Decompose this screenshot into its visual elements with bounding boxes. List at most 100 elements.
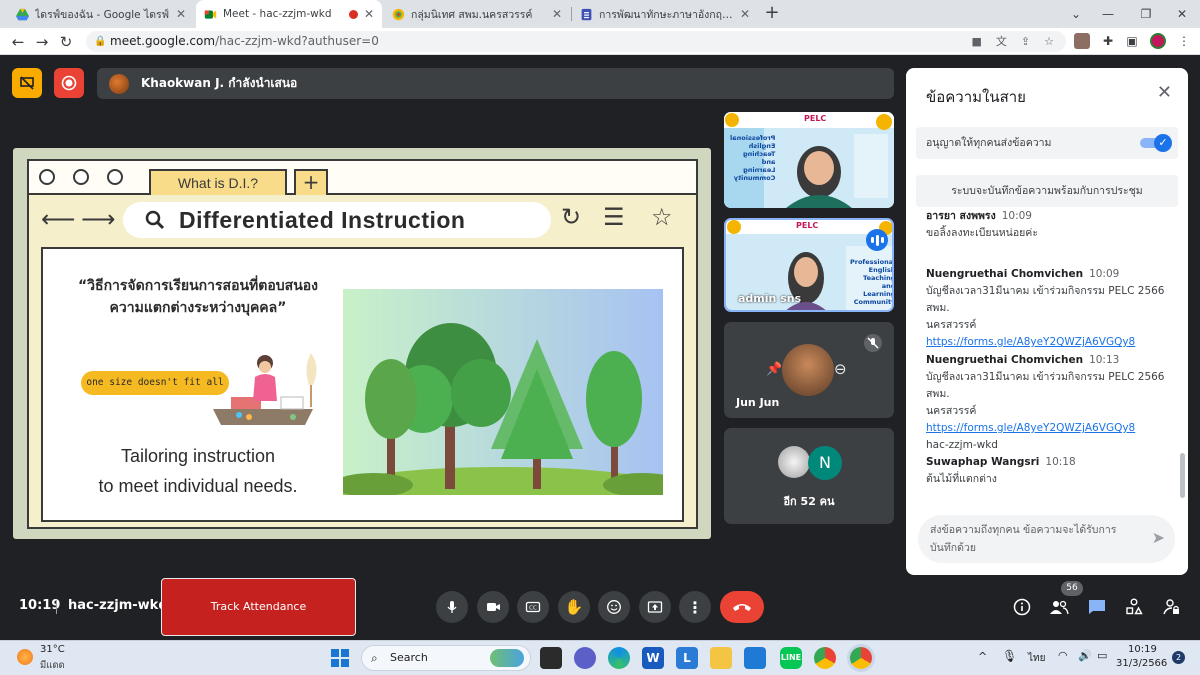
volume-icon[interactable]: 🔊 [1078,649,1092,662]
slide-refresh-icon: ↻ [561,203,582,231]
slide-nav-bar: ⟵ ⟶ Differentiated Instruction ↻ ☰ ☆ [29,195,696,245]
camera-icon[interactable]: ■ [972,31,982,52]
message-link[interactable]: https://forms.gle/A8yeY2QWZjA6VGQy8 [926,420,1176,437]
windows-start-icon[interactable] [331,649,349,667]
task-view-icon[interactable] [540,647,562,669]
reload-button[interactable]: ↻ [56,32,76,52]
weather-description[interactable]: มีแดด [40,658,65,673]
address-bar[interactable]: 🔒 meet.google.com/hac-zzjm-wkd?authuser=… [86,31,1066,52]
activities-button[interactable] [1123,596,1145,618]
tab-english-form[interactable]: การพัฒนาทักษะภาษาอังกฤษ English ✕ [572,0,758,28]
participant-tile[interactable]: PELC Professional English Teaching and L… [724,112,894,208]
battery-icon[interactable]: ▭ [1097,649,1107,662]
tagline-line: Tailoring instruction [120,446,276,466]
slide-tab-label: What is D.I.? [149,169,287,195]
chat-icon [1089,600,1105,614]
participant-avatar-letter: N [808,446,842,480]
chrome-active-icon[interactable] [850,647,872,669]
track-attendance-button[interactable]: Track Attendance [161,578,356,636]
message-text: นครสวรรค์ [926,319,977,331]
presenter-banner: Khaokwan J. กำลังนำเสนอ [97,68,894,99]
tab-search-chevron-icon[interactable]: ⌄ [1058,0,1094,28]
extension-avatar-icon[interactable] [1074,33,1090,49]
present-screen-icon [647,601,663,613]
remove-icon[interactable]: ⊖ [834,360,847,378]
tab-meet[interactable]: Meet - hac-zzjm-wkd ✕ [196,0,382,28]
people-button[interactable] [1048,596,1070,618]
participant-tile[interactable]: 📌 ⊖ Jun Jun [724,322,894,418]
close-tab-icon[interactable]: ✕ [364,7,374,21]
recording-button[interactable] [54,68,84,98]
thai-definition: “วิธีการจัดการเรียนการสอนที่ตอบสนอง ความ… [73,275,323,319]
allow-messages-toggle[interactable]: ✓ [1140,134,1172,152]
edge-icon[interactable] [608,647,630,669]
chat-message: Suwaphap Wangsri 10:18 ต้นไม้ที่แตกต่าง [926,454,1176,488]
host-controls-button[interactable] [1160,596,1182,618]
weather-sun-icon[interactable] [17,649,33,665]
chat-scrollbar[interactable] [1180,453,1185,498]
maximize-button[interactable]: ❐ [1128,0,1164,28]
send-icon[interactable]: ➤ [1152,529,1165,547]
side-panel-icon[interactable]: ▣ [1124,33,1140,49]
chrome-icon[interactable] [814,647,836,669]
forward-button[interactable]: → [32,32,52,52]
speaking-indicator-icon [866,229,888,251]
word-icon[interactable]: W [642,647,664,669]
raise-hand-button[interactable]: ✋ [558,591,590,623]
back-button[interactable]: ← [8,32,28,52]
browser-menu-icon[interactable]: ⋮ [1176,33,1192,49]
participant-tile-speaking[interactable]: PELC Professional English Teaching and L… [724,218,894,312]
pin-icon[interactable]: 📌 [766,362,782,377]
chat-button-active[interactable] [1086,596,1108,618]
caption-line: Teaching [863,274,894,282]
share-icon[interactable]: ⇪ [1021,31,1030,52]
present-button[interactable] [639,591,671,623]
tray-chevron-icon[interactable]: ^ [978,650,987,663]
minimize-button[interactable]: — [1090,0,1126,28]
recording-note: ระบบจะบันทึกข้อความพร้อมกับการประชุม [916,175,1178,207]
windows-taskbar: 31°C มีแดด ⌕ Search W L LINE ^ 🎙 ไทย ◠ 🔊… [0,640,1200,675]
leave-call-button[interactable] [720,591,764,623]
meeting-clock: 10:19 [19,598,61,613]
forest-illustration [343,289,663,495]
lync-icon[interactable]: L [676,647,698,669]
message-link[interactable]: https://forms.gle/A8yeY2QWZjA6VGQy8 [926,334,1176,351]
tab-supervision-group[interactable]: กลุ่มนิเทศ สพม.นครสวรรค์ ✕ [384,0,570,28]
more-options-button[interactable]: ⋮ [679,591,711,623]
close-window-button[interactable]: ✕ [1164,0,1200,28]
camera-button[interactable] [477,591,509,623]
input-language[interactable]: ไทย [1028,651,1045,666]
close-tab-icon[interactable]: ✕ [176,7,186,21]
chat-message-input[interactable]: ส่งข้อความถึงทุกคน ข้อความจะได้รับการบัน… [918,515,1175,563]
new-tab-button[interactable]: + [762,3,782,23]
reactions-button[interactable] [598,591,630,623]
taskbar-search[interactable]: ⌕ Search [361,645,531,671]
mail-icon[interactable] [744,647,766,669]
allow-messages-setting: อนุญาตให้ทุกคนส่งข้อความ ✓ [916,127,1178,159]
captions-button[interactable]: CC [517,591,549,623]
close-tab-icon[interactable]: ✕ [740,7,750,21]
stop-presenting-button[interactable] [12,68,42,98]
end-call-icon [733,604,751,611]
extensions-puzzle-icon[interactable]: ✚ [1100,33,1116,49]
line-app-icon[interactable]: LINE [780,647,802,669]
tab-google-drive[interactable]: ไดรฟ์ของฉัน - Google ไดรฟ์ ✕ [8,0,194,28]
close-icon[interactable]: ✕ [1157,82,1172,103]
profile-avatar[interactable] [1150,33,1166,49]
teams-chat-icon[interactable] [574,647,596,669]
taskbar-date[interactable]: 31/3/2566 [1116,658,1167,669]
meeting-details-button[interactable] [1011,596,1033,618]
bookmark-star-icon[interactable]: ☆ [1044,31,1054,52]
allow-messages-label: อนุญาตให้ทุกคนส่งข้อความ [926,137,1052,149]
lock-person-icon [1163,599,1179,615]
wifi-icon[interactable]: ◠ [1058,649,1068,662]
more-participants-tile[interactable]: N อีก 52 คน [724,428,894,524]
translate-icon[interactable]: 文 [996,31,1007,52]
file-explorer-icon[interactable] [710,647,732,669]
weather-temperature[interactable]: 31°C [40,644,65,655]
tray-microphone-icon[interactable]: 🎙 [1002,649,1017,663]
notification-badge[interactable]: 2 [1172,651,1185,664]
close-tab-icon[interactable]: ✕ [552,7,562,21]
taskbar-time[interactable]: 10:19 [1128,644,1157,655]
microphone-button[interactable] [436,591,468,623]
